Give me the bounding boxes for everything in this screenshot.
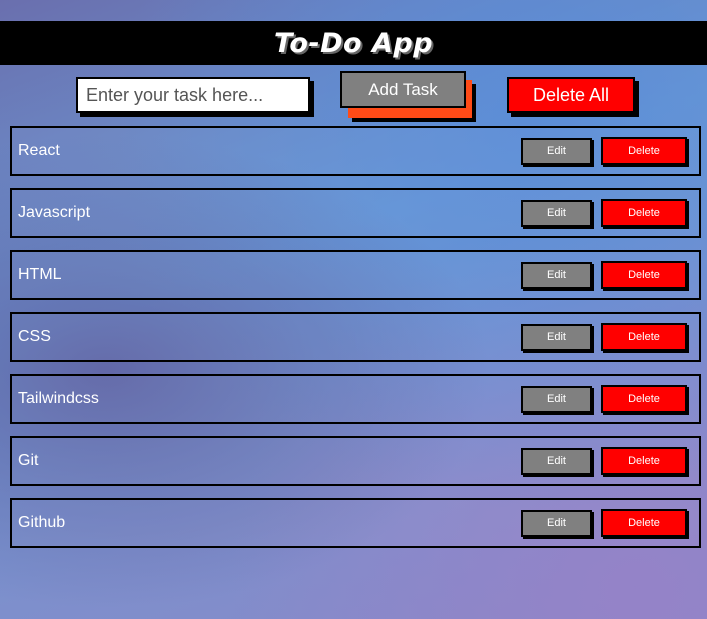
task-text: React bbox=[18, 142, 60, 159]
add-task-button[interactable]: Add Task bbox=[340, 71, 466, 108]
edit-button[interactable]: Edit bbox=[521, 447, 592, 475]
add-task-button-group: Add Task bbox=[340, 71, 472, 118]
delete-all-button[interactable]: Delete All bbox=[507, 77, 635, 113]
task-text: Github bbox=[18, 514, 66, 531]
app-title: To-Do App bbox=[273, 27, 434, 59]
task-row: React Edit Delete bbox=[10, 126, 701, 176]
delete-button[interactable]: Delete bbox=[601, 385, 687, 413]
task-row: HTML Edit Delete bbox=[10, 250, 701, 300]
edit-button[interactable]: Edit bbox=[521, 199, 592, 227]
delete-button[interactable]: Delete bbox=[601, 447, 687, 475]
delete-button[interactable]: Delete bbox=[601, 261, 687, 289]
app-header: To-Do App bbox=[0, 21, 707, 65]
edit-button[interactable]: Edit bbox=[521, 261, 592, 289]
task-row: Tailwindcss Edit Delete bbox=[10, 374, 701, 424]
task-text: Javascript bbox=[18, 204, 91, 221]
edit-button[interactable]: Edit bbox=[521, 509, 592, 537]
delete-button[interactable]: Delete bbox=[601, 199, 687, 227]
task-row: Github Edit Delete bbox=[10, 498, 701, 548]
task-list: React Edit Delete Javascript Edit Delete… bbox=[10, 126, 701, 560]
edit-button[interactable]: Edit bbox=[521, 385, 592, 413]
task-input[interactable] bbox=[76, 77, 310, 113]
task-row: Javascript Edit Delete bbox=[10, 188, 701, 238]
edit-button[interactable]: Edit bbox=[521, 137, 592, 165]
task-row: CSS Edit Delete bbox=[10, 312, 701, 362]
task-row: Git Edit Delete bbox=[10, 436, 701, 486]
task-text: CSS bbox=[18, 328, 51, 345]
delete-button[interactable]: Delete bbox=[601, 323, 687, 351]
edit-button[interactable]: Edit bbox=[521, 323, 592, 351]
delete-button[interactable]: Delete bbox=[601, 509, 687, 537]
task-text: HTML bbox=[18, 266, 62, 283]
delete-button[interactable]: Delete bbox=[601, 137, 687, 165]
task-text: Git bbox=[18, 452, 39, 469]
task-text: Tailwindcss bbox=[18, 390, 99, 407]
